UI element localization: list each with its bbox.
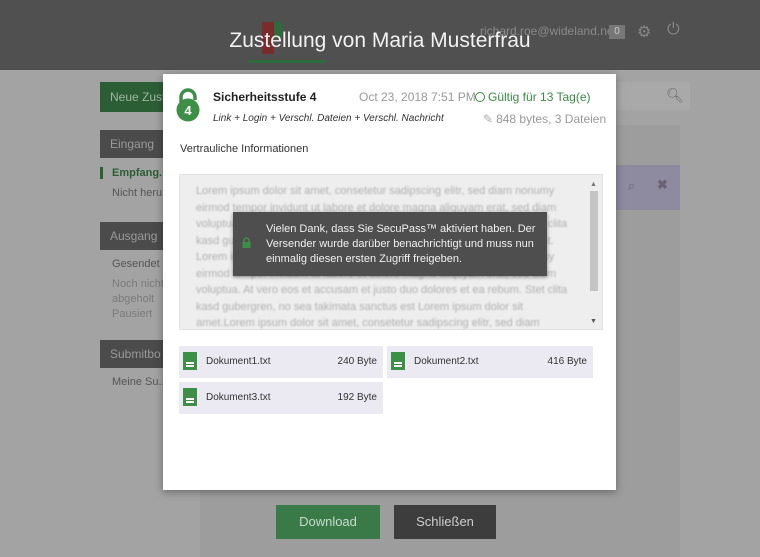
security-lock-icon: 4 [176, 88, 200, 122]
dialog-title: Zustellung von Maria Musterfrau [229, 29, 531, 52]
sidebar-item-collected: abgeholt [112, 293, 155, 305]
file-size: 240 Byte [337, 356, 377, 367]
scroll-down-arrow-icon[interactable]: ▼ [590, 318, 597, 325]
active-tab-indicator [248, 60, 326, 63]
list-row-highlight[interactable] [610, 165, 680, 210]
file-size: 416 Byte [547, 356, 587, 367]
row-search-icon[interactable]: ⌕ [628, 178, 635, 194]
sidebar-heading-submitbox[interactable]: Submitbo [100, 340, 166, 368]
secupass-notification: Vielen Dank, dass Sie SecuPass™ aktivier… [233, 212, 547, 276]
size-text: 848 bytes, 3 Dateien [496, 112, 607, 126]
validity-text: Gültig für 13 Tag(e) [488, 90, 591, 104]
file-document-icon [391, 352, 405, 370]
sidebar-item-received[interactable]: Empfang. [100, 167, 164, 179]
file-name[interactable]: Dokument2.txt [414, 356, 478, 367]
message-scrollbar[interactable]: ▲ ▼ [590, 181, 598, 325]
scroll-up-arrow-icon[interactable]: ▲ [590, 181, 597, 188]
file-document-icon [183, 388, 197, 406]
search-icon[interactable]: 🔍︎ [666, 87, 684, 104]
paperclip-icon: ✎ [483, 112, 494, 126]
security-level-label: Sicherheitsstufe 4 [213, 90, 317, 104]
sidebar-item-sent[interactable]: Gesendet [100, 258, 164, 270]
clock-icon [475, 92, 485, 102]
sidebar-item-not-downloaded[interactable]: Nicht heru [100, 187, 164, 199]
file-item[interactable]: Dokument3.txt 192 Byte [179, 382, 383, 414]
notification-text: Vielen Dank, dass Sie SecuPass™ aktivier… [266, 223, 536, 265]
size-info: ✎ 848 bytes, 3 Dateien [483, 112, 606, 126]
file-document-icon [183, 352, 197, 370]
new-delivery-button[interactable]: Neue Zust [100, 82, 170, 112]
delivery-dialog: 4 Sicherheitsstufe 4 Oct 23, 2018 7:51 P… [163, 74, 616, 490]
validity-info: Gültig für 13 Tag(e) [475, 90, 591, 104]
file-size: 192 Byte [337, 392, 377, 403]
sidebar-heading-outbox[interactable]: Ausgang [100, 222, 166, 250]
file-item[interactable]: Dokument1.txt 240 Byte [179, 346, 383, 378]
scrollbar-thumb[interactable] [590, 191, 598, 291]
lock-icon [242, 237, 251, 248]
delivery-date: Oct 23, 2018 7:51 PM [359, 90, 476, 104]
file-item[interactable]: Dokument2.txt 416 Byte [387, 346, 593, 378]
row-delete-icon[interactable]: ✖ [657, 177, 668, 193]
sidebar-item-not-yet[interactable]: Noch nicht [100, 278, 164, 290]
sidebar-item-my-submits[interactable]: Meine Su... [100, 376, 164, 388]
file-name[interactable]: Dokument3.txt [206, 392, 270, 403]
file-name[interactable]: Dokument1.txt [206, 356, 270, 367]
sidebar-heading-inbox[interactable]: Eingang [100, 130, 166, 158]
close-button[interactable]: Schließen [394, 505, 496, 539]
security-level-number: 4 [184, 103, 192, 118]
sidebar-item-paused[interactable]: Pausiert [100, 308, 164, 320]
download-button[interactable]: Download [276, 505, 380, 539]
security-method: Link + Login + Verschl. Dateien + Versch… [213, 113, 444, 124]
message-subject: Vertrauliche Informationen [180, 143, 309, 155]
